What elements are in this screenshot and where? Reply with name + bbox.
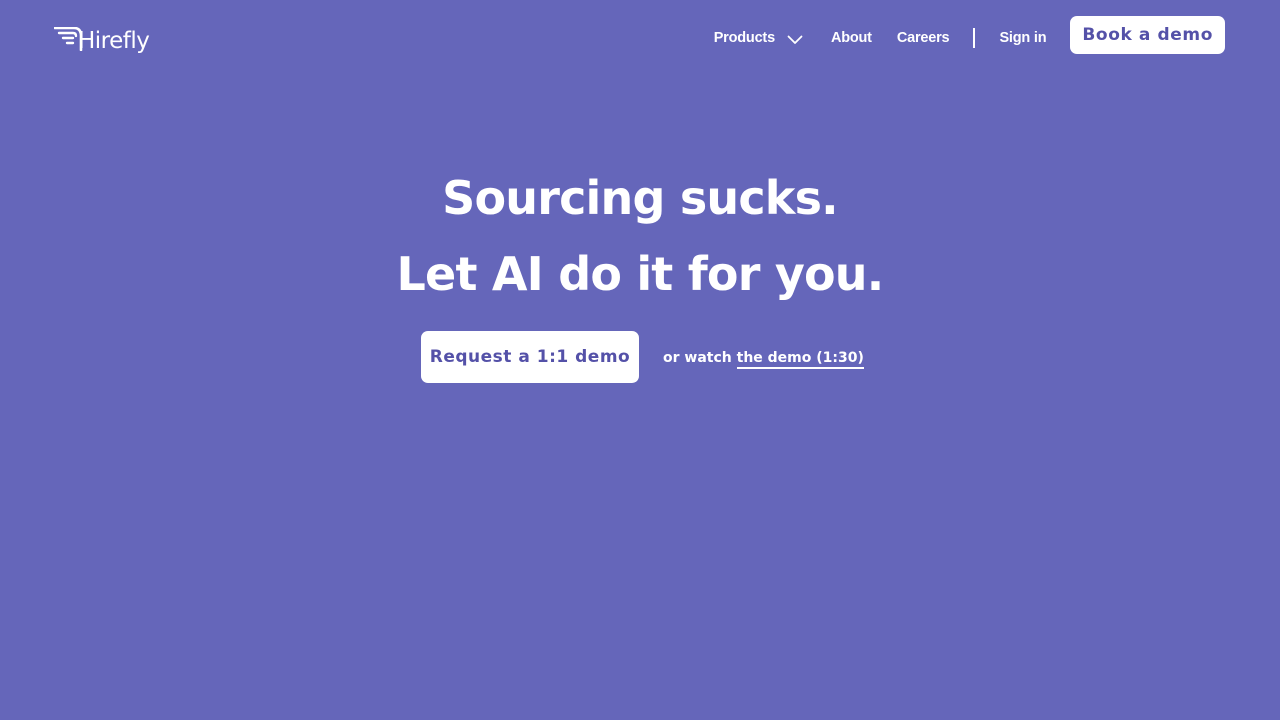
- book-demo-button[interactable]: Book a demo: [1070, 16, 1225, 54]
- nav-careers[interactable]: Careers: [897, 13, 950, 57]
- nav-products[interactable]: Products: [714, 13, 803, 57]
- hero-headline-line-2: Let AI do it for you.: [396, 247, 885, 301]
- watch-demo-link[interactable]: the demo (1:30): [736, 350, 864, 369]
- chevron-down-icon: [787, 31, 803, 45]
- logo-link[interactable]: Hirefly: [54, 22, 150, 56]
- main-nav: Products About Careers Sign in Book a de…: [714, 16, 1225, 54]
- nav-sign-in[interactable]: Sign in: [999, 13, 1046, 57]
- nav-divider: [973, 28, 976, 48]
- logo-text: Hirefly: [78, 28, 150, 54]
- request-demo-button[interactable]: Request a 1:1 demo: [421, 331, 639, 383]
- watch-demo-text: or watch the demo (1:30): [663, 348, 864, 369]
- nav-about[interactable]: About: [831, 13, 872, 57]
- watch-prefix: or watch: [663, 350, 732, 366]
- page: Hirefly Products About Careers Sign in B…: [0, 0, 1280, 720]
- cta-row: Request a 1:1 demo or watch the demo (1:…: [421, 331, 864, 383]
- site-header: Hirefly Products About Careers Sign in B…: [0, 0, 1280, 72]
- nav-products-label: Products: [713, 30, 775, 46]
- hero-section: Sourcing sucks. Let AI do it for you.: [0, 160, 1280, 312]
- hero-headline-line-1: Sourcing sucks.: [442, 171, 839, 225]
